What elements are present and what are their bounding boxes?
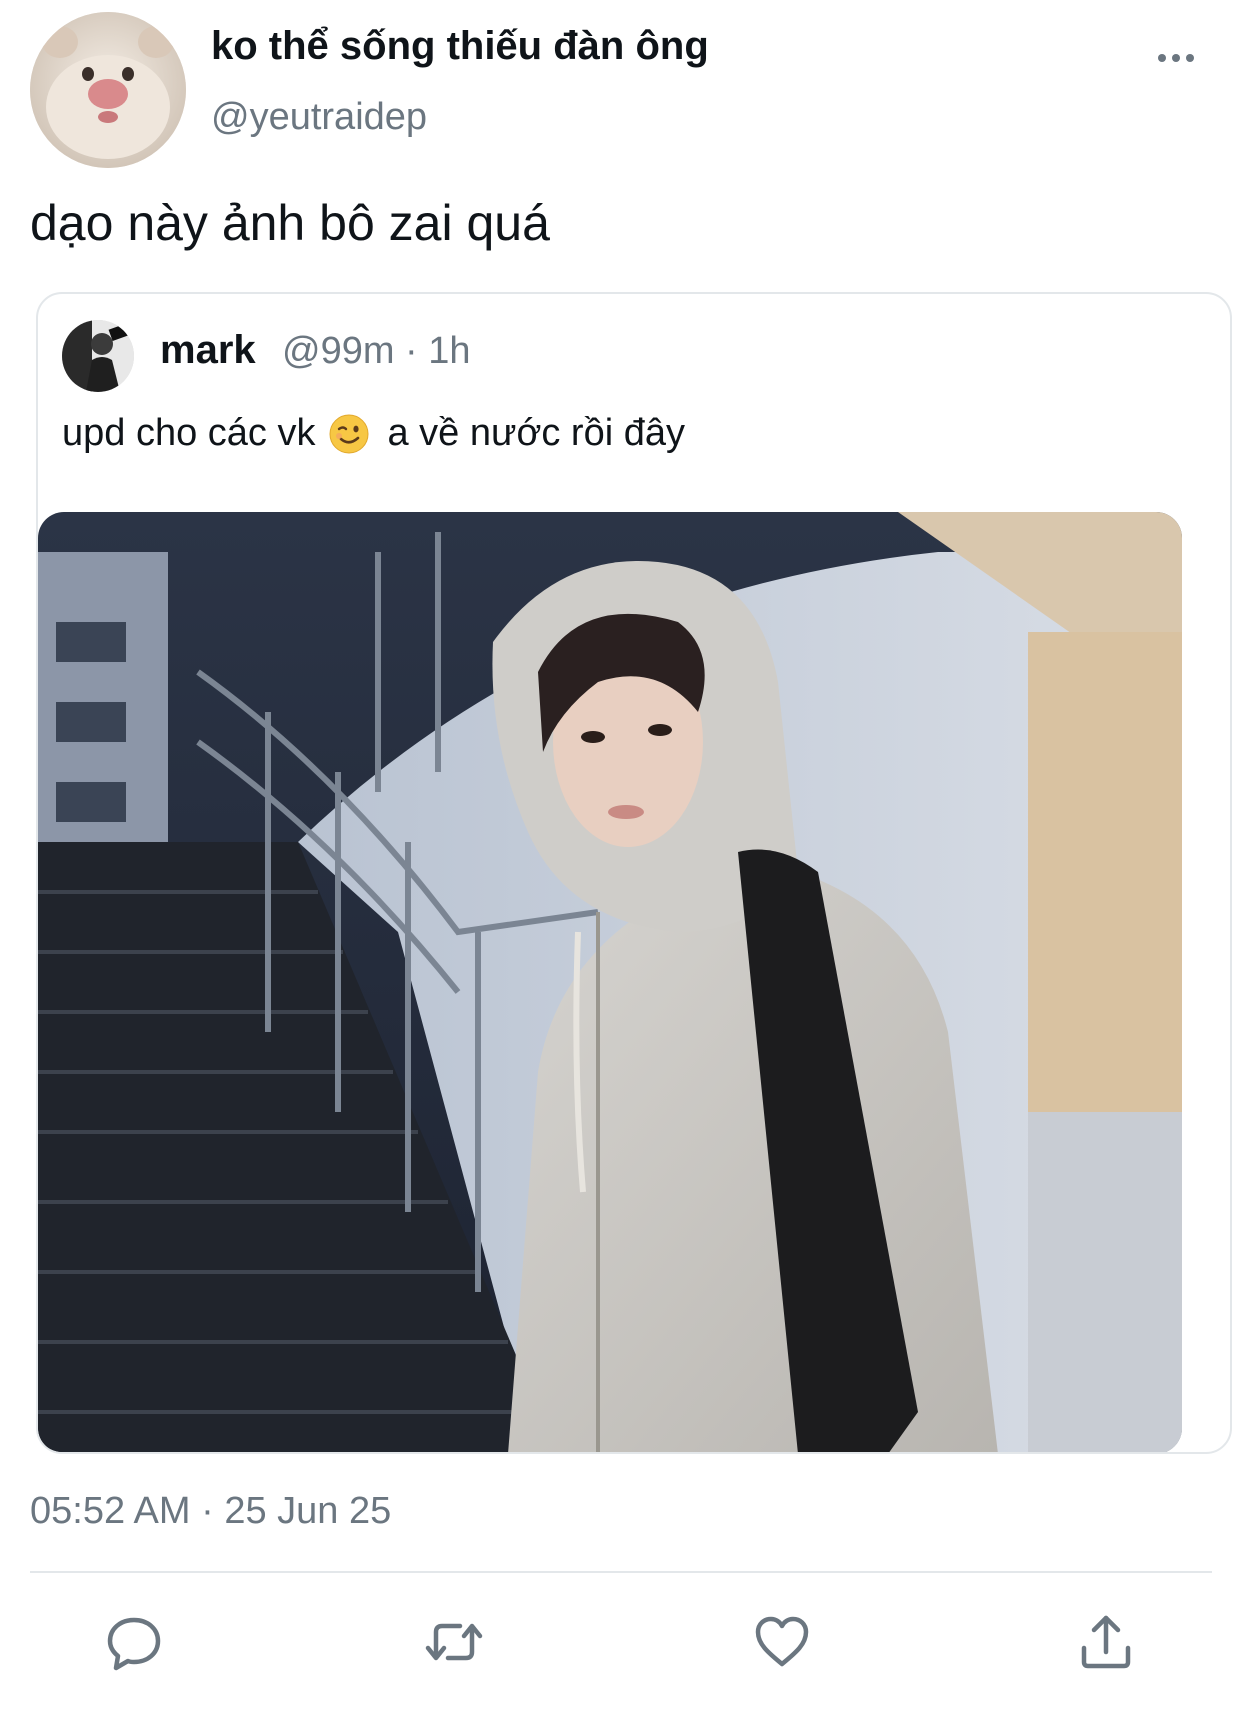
divider (30, 1571, 1212, 1573)
quoted-handle-time: @99m · 1h (282, 330, 471, 372)
more-dot (1186, 54, 1194, 62)
quoted-text-after: a về nước rồi đây (387, 412, 685, 454)
more-dot (1172, 54, 1180, 62)
more-options-icon[interactable] (1158, 48, 1198, 68)
share-icon (1081, 1615, 1131, 1669)
reply-icon (107, 1617, 161, 1671)
quoted-display-name[interactable]: mark (160, 328, 256, 373)
share-button[interactable] (1076, 1612, 1136, 1672)
quoted-text: upd cho các vk a về nước rồi đây (62, 412, 685, 455)
author-handle[interactable]: @yeutraidep (211, 96, 427, 139)
hamster-avatar-image (30, 12, 186, 168)
tweet-text: dạo này ảnh bô zai quá (30, 195, 550, 251)
quoted-avatar-image (62, 320, 134, 392)
author-avatar[interactable] (30, 12, 186, 168)
retweet-icon (425, 1623, 483, 1661)
retweet-button[interactable] (424, 1612, 484, 1672)
hoodie-portrait-photo (38, 512, 1182, 1452)
like-button[interactable] (752, 1612, 812, 1672)
quoted-photo[interactable] (38, 512, 1182, 1452)
more-dot (1158, 54, 1166, 62)
tweet-timestamp: 05:52 AM · 25 Jun 25 (30, 1490, 392, 1532)
quoted-author-avatar[interactable] (62, 320, 134, 392)
winking-face-icon (329, 414, 369, 453)
reply-button[interactable] (104, 1612, 164, 1672)
quoted-tweet-card[interactable]: mark @99m · 1h upd cho các vk a về nước … (36, 292, 1232, 1454)
like-icon (755, 1616, 809, 1667)
quoted-text-before: upd cho các vk (62, 412, 316, 454)
author-display-name[interactable]: ko thể sống thiếu đàn ông (211, 24, 709, 69)
